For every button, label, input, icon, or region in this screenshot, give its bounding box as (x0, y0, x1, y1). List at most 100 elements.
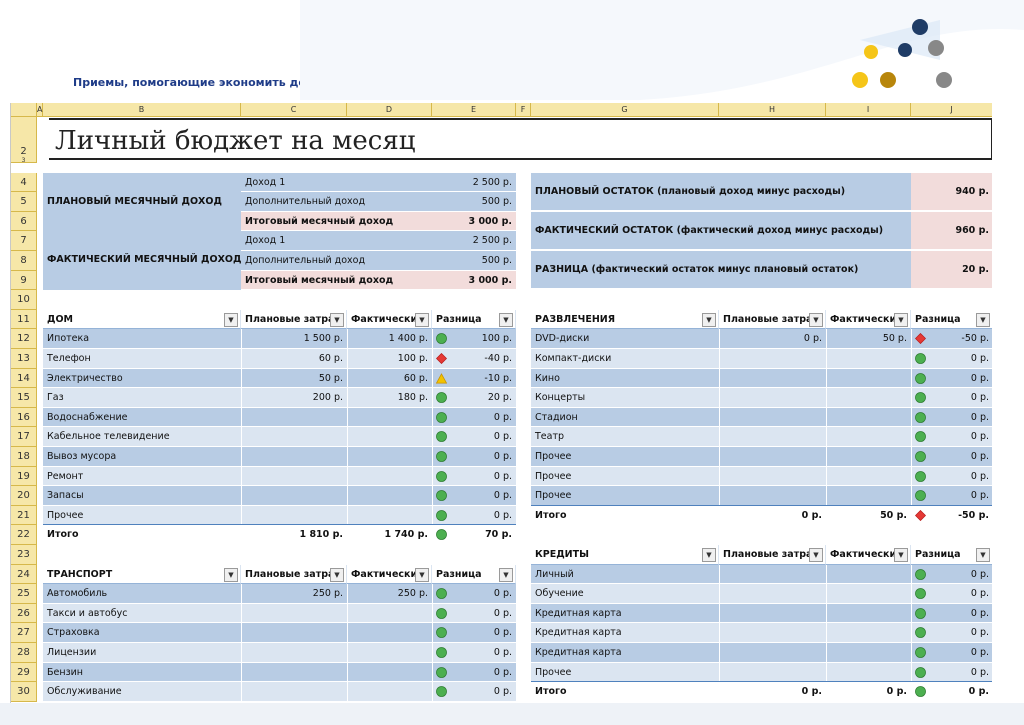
row-header[interactable]: 20 (11, 486, 37, 506)
red-diamond-icon (915, 509, 926, 521)
row-header[interactable]: 10 (11, 290, 37, 310)
filter-dropdown-button[interactable]: ▼ (330, 312, 344, 327)
table-row-fact (826, 466, 911, 487)
income-row-label: Доход 1 (241, 172, 432, 193)
green-circle-icon (436, 666, 447, 678)
row-header[interactable]: 23 (11, 545, 37, 565)
table-row-name: Стадион (531, 407, 719, 428)
table-row-plan (241, 662, 347, 683)
total-fact: 0 р. (826, 682, 911, 702)
row-header[interactable]: 27 (11, 623, 37, 643)
spreadsheet-grid[interactable]: A B C D E F G H I J 2 3 4 5 6 7 8 9 10 11 12 13 14 15 16 17 18 19 20… (10, 103, 992, 703)
table-row-name: Прочее (531, 447, 719, 467)
table-row-plan: 0 р. (719, 329, 826, 349)
column-header[interactable]: D (347, 103, 432, 117)
filter-dropdown-button[interactable]: ▼ (224, 567, 238, 582)
green-circle-icon (915, 392, 926, 404)
filter-dropdown-button[interactable]: ▼ (330, 567, 344, 582)
balance-value: 20 р. (911, 251, 992, 289)
row-header[interactable]: 2 (11, 117, 37, 162)
filter-dropdown-button[interactable]: ▼ (415, 312, 429, 327)
row-header[interactable]: 4 (11, 172, 37, 193)
row-header[interactable]: 6 (11, 211, 37, 232)
column-header[interactable]: F (516, 103, 531, 117)
row-header[interactable]: 19 (11, 466, 37, 487)
filter-dropdown-button[interactable]: ▼ (415, 567, 429, 582)
table-row-plan (719, 388, 826, 408)
row-header[interactable]: 8 (11, 251, 37, 271)
filter-dropdown-button[interactable]: ▼ (702, 548, 716, 562)
filter-dropdown-button[interactable]: ▼ (499, 312, 513, 327)
green-circle-icon (436, 451, 447, 462)
column-header[interactable]: I (826, 103, 911, 117)
column-header[interactable]: E (432, 103, 516, 117)
column-header[interactable]: B (43, 103, 241, 117)
row-header[interactable]: 25 (11, 584, 37, 604)
table-row-name: Лицензии (43, 643, 241, 663)
row-header[interactable]: 30 (11, 682, 37, 702)
filter-dropdown-button[interactable]: ▼ (976, 312, 990, 327)
green-circle-icon (436, 470, 447, 482)
filter-dropdown-button[interactable]: ▼ (809, 312, 823, 327)
table-row-fact (347, 427, 432, 447)
row-header[interactable]: 26 (11, 603, 37, 624)
filter-dropdown-button[interactable]: ▼ (224, 312, 238, 327)
green-circle-icon (915, 431, 926, 443)
balance-value: 960 р. (911, 211, 992, 249)
row-header[interactable]: 9 (11, 270, 37, 291)
row-header[interactable]: 13 (11, 349, 37, 369)
table-row-name: Прочее (531, 662, 719, 683)
table-row-plan: 250 р. (241, 584, 347, 604)
row-header[interactable]: 15 (11, 388, 37, 408)
row-header[interactable]: 18 (11, 447, 37, 467)
decorative-swoosh (300, 0, 1024, 100)
total-plan: 0 р. (719, 682, 826, 702)
row-header[interactable]: 17 (11, 427, 37, 447)
select-all-corner[interactable] (11, 103, 37, 117)
column-header[interactable]: C (241, 103, 347, 117)
table-row-name: Обучение (531, 584, 719, 604)
row-header[interactable]: 22 (11, 525, 37, 545)
row-header[interactable]: 7 (11, 231, 37, 251)
income-row-label: Дополнительный доход (241, 192, 432, 212)
table-row-plan: 50 р. (241, 368, 347, 389)
table-row-plan (241, 486, 347, 506)
table-row-fact (826, 368, 911, 389)
sheet-title: Личный бюджет на месяц (49, 118, 992, 160)
filter-dropdown-button[interactable]: ▼ (894, 548, 908, 562)
table-title: ТРАНСПОРТ (43, 564, 241, 585)
row-header[interactable]: 5 (11, 192, 37, 212)
filter-dropdown-button[interactable]: ▼ (976, 548, 990, 562)
table-row-fact: 250 р. (347, 584, 432, 604)
table-title: ДОМ (43, 309, 241, 330)
total-fact: 50 р. (826, 505, 911, 526)
column-header[interactable]: H (719, 103, 826, 117)
green-circle-icon (915, 686, 926, 698)
row-header[interactable]: 16 (11, 407, 37, 428)
column-header[interactable]: J (911, 103, 992, 117)
income-row-label: Итоговый месячный доход (241, 270, 432, 291)
filter-dropdown-button[interactable]: ▼ (499, 567, 513, 582)
green-circle-icon (915, 666, 926, 678)
row-header[interactable]: 24 (11, 564, 37, 585)
row-header[interactable]: 3 (11, 158, 37, 164)
filter-dropdown-button[interactable]: ▼ (894, 312, 908, 327)
filter-dropdown-button[interactable]: ▼ (702, 312, 716, 327)
table-row-fact (347, 682, 432, 702)
filter-dropdown-button[interactable]: ▼ (809, 548, 823, 562)
table-row-plan (719, 368, 826, 389)
green-circle-icon (915, 490, 926, 502)
income-row-label: Итоговый месячный доход (241, 211, 432, 232)
row-header[interactable]: 12 (11, 329, 37, 349)
table-row-name: Телефон (43, 349, 241, 369)
table-row-name: Ремонт (43, 466, 241, 487)
row-header[interactable]: 28 (11, 643, 37, 663)
column-header[interactable]: G (531, 103, 719, 117)
table-row-name: Вывоз мусора (43, 447, 241, 467)
row-header[interactable]: 14 (11, 368, 37, 389)
row-header[interactable]: 29 (11, 662, 37, 683)
table-row-fact (826, 447, 911, 467)
green-circle-icon (436, 431, 447, 443)
row-header[interactable]: 11 (11, 309, 37, 330)
row-header[interactable]: 21 (11, 505, 37, 526)
